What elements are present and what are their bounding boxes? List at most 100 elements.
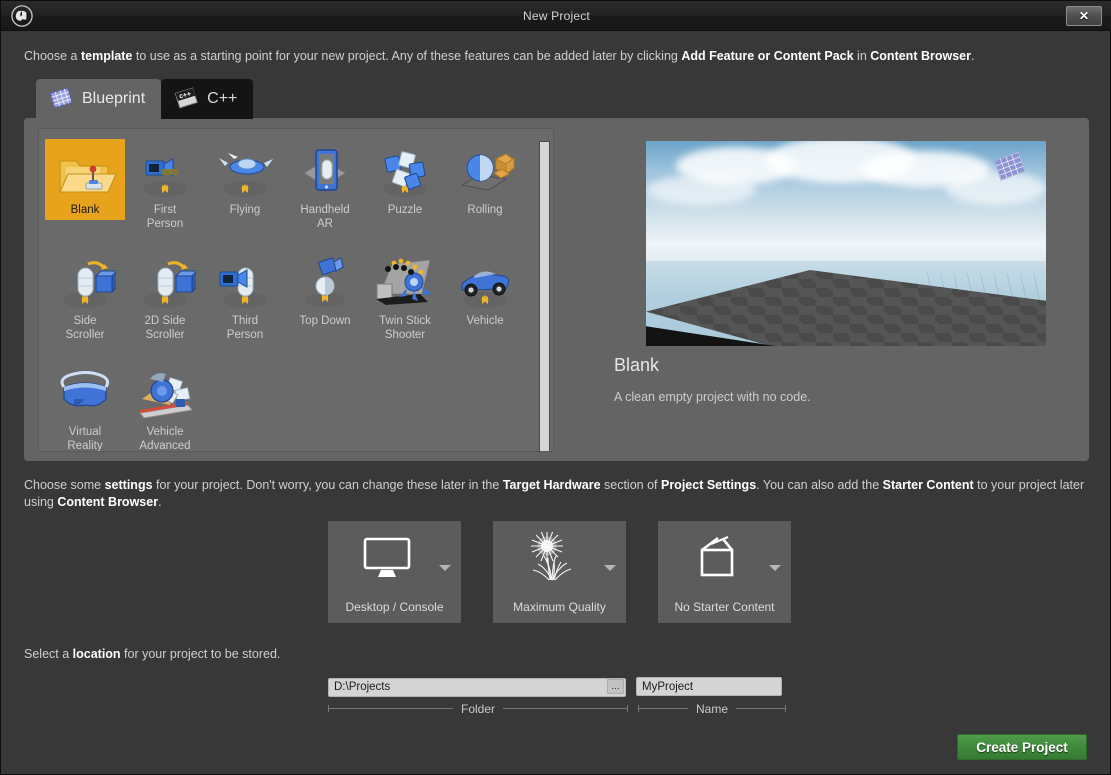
create-project-button[interactable]: Create Project: [957, 734, 1087, 760]
field-captions: Folder Name: [328, 701, 786, 717]
template-item-rolling[interactable]: Rolling: [445, 135, 525, 234]
setting-card-no-starter-content[interactable]: No Starter Content: [658, 521, 791, 623]
emphasis-text: Target Hardware: [503, 478, 601, 492]
folder-caption: Folder: [328, 701, 628, 717]
settings-instructions: Choose some settings for your project. D…: [24, 477, 1089, 511]
plain-text: .: [158, 495, 161, 509]
template-item-2d-side-scroller[interactable]: 2D Side Scroller: [125, 246, 205, 345]
new-project-dialog: New Project ✕ Choose a template to use a…: [0, 0, 1111, 775]
top-down-icon: [294, 254, 356, 312]
folder-field-wrap: ...: [328, 677, 626, 696]
template-item-twin-stick-shooter[interactable]: Twin Stick Shooter: [365, 246, 445, 345]
template-type-tabs: Blueprint c++ C++: [36, 79, 253, 119]
preview-image: [646, 141, 1046, 346]
setting-card-desktop-console[interactable]: Desktop / Console: [328, 521, 461, 623]
first-person-icon: [134, 143, 196, 201]
flying-icon: [214, 143, 276, 201]
template-label: Rolling: [445, 203, 525, 217]
template-preview: Blank A clean empty project with no code…: [580, 128, 1074, 452]
handheld-ar-icon: [294, 143, 356, 201]
template-item-blank[interactable]: Blank: [45, 135, 125, 234]
template-item-side-scroller[interactable]: Side Scroller: [45, 246, 125, 345]
template-label: Flying: [205, 203, 285, 217]
browse-folder-button[interactable]: ...: [607, 679, 624, 694]
template-item-flying[interactable]: Flying: [205, 135, 285, 234]
plain-text: for your project. Don't worry, you can c…: [153, 478, 503, 492]
template-label: Virtual Reality: [45, 425, 125, 452]
preview-title: Blank: [614, 355, 659, 376]
tab-label: C++: [207, 90, 237, 108]
template-label: Vehicle Advanced: [125, 425, 205, 452]
plain-text: Choose some: [24, 478, 105, 492]
emphasis-text: location: [73, 647, 121, 661]
cloud-shape: [646, 175, 756, 205]
rolling-icon: [454, 143, 516, 201]
title-bar: New Project ✕: [1, 1, 1111, 31]
template-panel: Blank First Person Flying Handheld AR: [24, 118, 1089, 461]
template-scrollbar-thumb[interactable]: [539, 141, 550, 452]
setting-card-label: No Starter Content: [658, 600, 791, 614]
chevron-down-icon[interactable]: [439, 565, 451, 571]
project-name-input[interactable]: [636, 677, 782, 696]
puzzle-icon: [374, 143, 436, 201]
empty-box-icon: [658, 529, 776, 587]
template-list[interactable]: Blank First Person Flying Handheld AR: [38, 128, 554, 452]
emphasis-text: Content Browser: [870, 49, 971, 63]
folder-caption-text: Folder: [453, 702, 503, 716]
sun-grass-icon: [493, 529, 611, 587]
path-row: ...: [328, 677, 782, 696]
template-item-vehicle[interactable]: Vehicle: [445, 246, 525, 345]
emphasis-text: Starter Content: [883, 478, 974, 492]
template-label: Twin Stick Shooter: [365, 314, 445, 342]
template-item-first-person[interactable]: First Person: [125, 135, 205, 234]
setting-card-maximum-quality[interactable]: Maximum Quality: [493, 521, 626, 623]
project-settings-cards: Desktop / Console: [328, 521, 791, 623]
tab-blueprint[interactable]: Blueprint: [36, 79, 161, 119]
template-item-puzzle[interactable]: Puzzle: [365, 135, 445, 234]
vehicle-icon: [454, 254, 516, 312]
window-title: New Project: [1, 1, 1111, 31]
template-label: Vehicle: [445, 314, 525, 328]
plain-text: Select a: [24, 647, 73, 661]
emphasis-text: settings: [105, 478, 153, 492]
preview-description: A clean empty project with no code.: [614, 390, 811, 404]
vehicle-advanced-icon: [134, 365, 196, 423]
twin-stick-shooter-icon: [374, 254, 436, 312]
plain-text: to use as a starting point for your new …: [132, 49, 681, 63]
template-item-virtual-reality[interactable]: Virtual Reality: [45, 357, 125, 452]
template-item-handheld-ar[interactable]: Handheld AR: [285, 135, 365, 234]
plain-text: for your project to be stored.: [121, 647, 281, 661]
template-item-vehicle-advanced[interactable]: Vehicle Advanced: [125, 357, 205, 452]
template-item-third-person[interactable]: Third Person: [205, 246, 285, 345]
plain-text: .: [971, 49, 974, 63]
emphasis-text: template: [81, 49, 132, 63]
emphasis-text: Content Browser: [57, 495, 158, 509]
template-label: Handheld AR: [285, 203, 365, 231]
plain-text: in: [854, 49, 871, 63]
name-caption: Name: [638, 701, 786, 717]
template-item-top-down[interactable]: Top Down: [285, 246, 365, 345]
blueprint-icon: [48, 87, 74, 111]
tab-cpp[interactable]: c++ C++: [161, 79, 253, 119]
folder-path-input[interactable]: [328, 678, 626, 697]
template-label: Puzzle: [365, 203, 445, 217]
chevron-down-icon[interactable]: [604, 565, 616, 571]
template-label: Side Scroller: [45, 314, 125, 342]
2d-side-scroller-icon: [134, 254, 196, 312]
template-label: Blank: [45, 203, 125, 217]
chevron-down-icon[interactable]: [769, 565, 781, 571]
template-label: Third Person: [205, 314, 285, 342]
close-button[interactable]: ✕: [1066, 6, 1102, 26]
folder-joystick-icon: [54, 143, 116, 201]
emphasis-text: Project Settings: [661, 478, 756, 492]
tab-label: Blueprint: [82, 90, 145, 108]
name-caption-text: Name: [688, 702, 736, 716]
third-person-icon: [214, 254, 276, 312]
location-instructions: Select a location for your project to be…: [24, 647, 280, 661]
template-label: First Person: [125, 203, 205, 231]
plain-text: . You can also add the: [756, 478, 883, 492]
plain-text: Choose a: [24, 49, 81, 63]
monitor-icon: [328, 529, 446, 587]
plain-text: section of: [601, 478, 661, 492]
setting-card-label: Maximum Quality: [493, 600, 626, 614]
